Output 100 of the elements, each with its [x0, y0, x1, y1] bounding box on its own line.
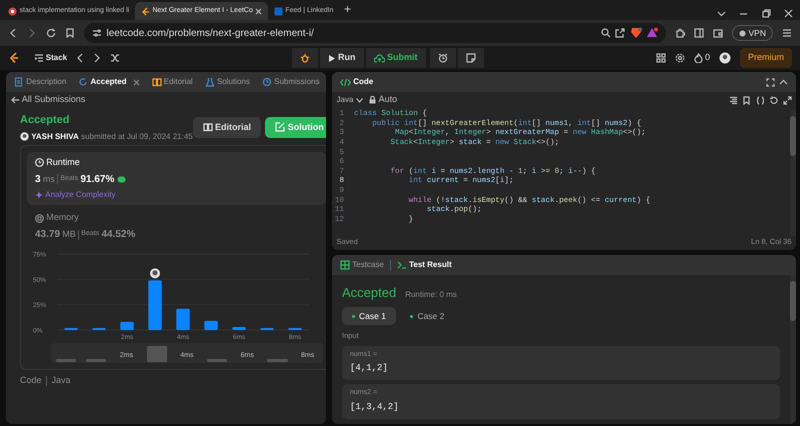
reset-icon[interactable] — [769, 96, 778, 104]
histogram-bar[interactable] — [120, 322, 134, 330]
overview-bar — [267, 358, 288, 362]
reload-icon[interactable] — [46, 28, 56, 38]
run-button[interactable]: Run — [320, 48, 364, 68]
histogram-bar[interactable] — [288, 328, 302, 330]
beats-percentage: 91.67% — [80, 172, 114, 187]
panel-tab[interactable]: Submissions — [262, 76, 320, 88]
back-icon[interactable] — [8, 28, 18, 38]
vpn-button[interactable]: VPN — [732, 24, 773, 42]
username[interactable]: YASH SHIVA — [31, 130, 79, 143]
result-status: Accepted — [342, 284, 396, 302]
flame-icon — [694, 53, 703, 63]
grid-check-icon — [340, 260, 350, 270]
avatar-icon — [150, 268, 160, 279]
collapse-icon[interactable] — [779, 78, 788, 86]
fullscreen-icon[interactable] — [766, 78, 774, 86]
language-dropdown[interactable]: Java — [336, 94, 363, 106]
favicon-circle-icon — [8, 6, 18, 16]
next-icon[interactable] — [93, 53, 102, 63]
debug-button[interactable] — [292, 48, 318, 68]
chevron-down-icon[interactable] — [716, 8, 726, 18]
book-icon — [152, 77, 162, 87]
forward-icon[interactable] — [27, 28, 37, 38]
document-icon — [14, 77, 24, 87]
back-arrow-icon — [10, 96, 20, 104]
code-icon — [340, 78, 351, 86]
chip-icon — [35, 214, 44, 222]
scrollbar[interactable] — [790, 274, 796, 424]
format-icon[interactable] — [728, 96, 738, 104]
case-tab[interactable]: Case 1 — [342, 306, 396, 326]
address-field[interactable]: leetcode.com/problems/next-greater-element-i/ — [84, 23, 666, 43]
panel-title: Code — [340, 76, 374, 88]
case-tab[interactable]: Case 2 — [400, 306, 454, 326]
panel-tab[interactable]: Accepted — [78, 76, 127, 88]
triangle-icon[interactable] — [646, 27, 658, 39]
menu-icon[interactable] — [782, 28, 792, 38]
histogram-bar[interactable] — [176, 308, 190, 330]
square-logo-icon — [274, 6, 284, 16]
wallet-icon[interactable] — [713, 28, 724, 38]
problem-list-button[interactable]: Stack — [34, 52, 68, 64]
submission-time: submitted at Jul 09, 2024 21:45 — [81, 130, 193, 143]
beats-percentage: 44.52% — [101, 228, 136, 242]
notes-button[interactable] — [458, 48, 484, 68]
metric-value: 3 — [35, 172, 41, 187]
submit-button[interactable]: Submit — [366, 48, 426, 68]
lock-icon — [369, 96, 376, 104]
previous-icon[interactable] — [76, 53, 84, 63]
metric-title: Memory — [46, 211, 79, 224]
terminal-icon — [396, 260, 407, 270]
parameter-value: [1,3,4,2] — [350, 401, 400, 414]
avatar-icon[interactable] — [718, 52, 731, 64]
grid-icon[interactable] — [656, 53, 666, 63]
share-icon[interactable] — [615, 28, 626, 38]
bookmark-icon[interactable] — [742, 96, 751, 104]
histogram-bar[interactable] — [64, 328, 78, 330]
histogram-bar[interactable] — [204, 321, 218, 330]
alarm-button[interactable] — [430, 48, 456, 68]
auto-mode-toggle[interactable]: Auto — [369, 93, 398, 107]
overview-bar — [206, 358, 228, 362]
book-icon — [202, 122, 213, 132]
close-icon[interactable] — [255, 8, 262, 14]
overview-bar — [86, 358, 106, 362]
clock-icon — [35, 158, 44, 168]
histogram-bar[interactable] — [260, 328, 274, 330]
braces-icon[interactable] — [756, 96, 764, 104]
panel-tab[interactable]: Test Result — [396, 258, 452, 270]
histogram-bar[interactable] — [92, 328, 106, 330]
site-settings-icon[interactable] — [92, 28, 102, 38]
chevron-down-icon — [356, 98, 363, 102]
extensions-icon[interactable] — [675, 28, 686, 38]
play-icon — [328, 54, 336, 62]
histogram-bar[interactable] — [232, 327, 246, 330]
all-submissions-link[interactable]: All Submissions — [10, 93, 86, 107]
section-title: Code — [20, 374, 42, 387]
scrollbar[interactable] — [790, 110, 796, 236]
expand-icon[interactable] — [782, 96, 792, 104]
panel-tab[interactable]: Editorial — [152, 76, 193, 88]
editorial-button[interactable]: Editorial — [192, 116, 261, 138]
shuffle-icon[interactable] — [110, 53, 120, 63]
settings-icon[interactable] — [674, 53, 685, 63]
panel-tab[interactable]: Solutions — [204, 76, 250, 88]
restore-icon[interactable] — [762, 8, 771, 18]
metric-unit: MB — [62, 228, 76, 241]
list-icon — [34, 53, 44, 63]
panel-tab[interactable]: Description — [14, 76, 66, 88]
premium-button[interactable]: Premium — [740, 48, 792, 68]
panel-tab[interactable]: Testcase — [340, 258, 384, 270]
note-icon — [466, 53, 476, 63]
close-icon[interactable] — [784, 8, 794, 18]
parameter-value: [4,1,2] — [350, 362, 389, 376]
bookmark-icon[interactable] — [65, 28, 75, 38]
submission-status: Accepted — [20, 113, 71, 128]
beaker-icon — [204, 77, 215, 87]
sidebar-icon[interactable] — [694, 28, 704, 38]
new-tab-button[interactable]: + — [344, 0, 352, 18]
sparkle-icon — [35, 191, 43, 199]
alarm-clock-icon — [438, 53, 448, 63]
globe-icon — [739, 30, 746, 36]
zoom-icon[interactable] — [600, 28, 611, 38]
